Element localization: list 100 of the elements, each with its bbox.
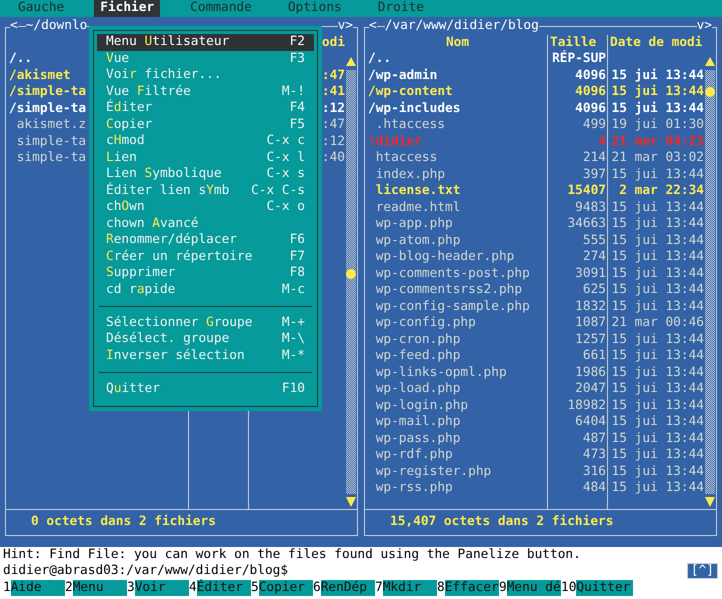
history-menu-button[interactable]: v>	[696, 18, 712, 34]
menu-item[interactable]: Inverser sélection M-*	[97, 348, 314, 364]
menu-item[interactable]: chOwn C-x o	[97, 199, 314, 216]
file-name[interactable]: wp-config-sample.php	[376, 298, 530, 314]
file-name[interactable]: /..	[9, 51, 32, 66]
file-size: 1832	[575, 298, 606, 314]
menu-item[interactable]: C réer un répertoire F7	[97, 248, 314, 265]
file-name[interactable]: simple-ta	[16, 134, 86, 148]
menu-bar-item[interactable]: Droite	[372, 0, 430, 17]
menu-item[interactable]: Sélectionner G roupe M-+	[97, 314, 314, 331]
file-size: 18982	[567, 398, 606, 412]
menu-item-shortcut: C-x l	[266, 150, 305, 166]
file-name[interactable]: wp-atom.php	[376, 232, 460, 248]
column-header[interactable]: Nom	[446, 34, 470, 50]
file-name[interactable]: wp-mail.php	[376, 414, 460, 429]
menu-item[interactable]: Supprimer F8	[97, 265, 314, 282]
function-key-button[interactable]: Effacer	[444, 580, 499, 596]
file-name[interactable]: wp-app.php	[376, 216, 453, 231]
menu-item[interactable]: cHmod C-x c	[97, 133, 314, 150]
history-back-button[interactable]: <	[10, 18, 18, 34]
file-date: 15 jui 13:44	[612, 166, 704, 182]
function-key-button[interactable]: Copier	[258, 580, 313, 596]
file-size: 4	[598, 134, 606, 148]
column-header[interactable]: Taille	[550, 34, 596, 50]
file-size: 661	[582, 348, 606, 363]
function-key-number: 10	[561, 580, 576, 596]
menu-item[interactable]: Vue F3	[97, 50, 314, 67]
file-name[interactable]: /akismet	[9, 68, 71, 82]
menu-bar-item[interactable]: Commande	[184, 0, 258, 17]
shell-prompt[interactable]: didier@abrasd03:/var/www/didier/blog$	[3, 563, 288, 580]
function-key-number: 1	[3, 580, 11, 596]
function-key-number: 7	[375, 580, 383, 596]
file-name[interactable]: akismet.z	[16, 117, 86, 132]
file-date: 15 jui 13:44	[612, 398, 704, 412]
menu-item[interactable]: Désélect. groupe M-\	[97, 331, 314, 348]
menu-item[interactable]: chown Avancé	[97, 216, 314, 232]
menu-item[interactable]: Copier F5	[97, 116, 314, 133]
file-size: 1087	[575, 315, 606, 330]
file-name[interactable]: /simple-ta	[9, 100, 86, 116]
menu-item[interactable]: Menu Utilisateur F2	[97, 34, 314, 50]
subshell-button[interactable]: [^]	[686, 563, 718, 580]
menu-item-shortcut: M-*	[282, 348, 305, 364]
function-key-button[interactable]: Quitter	[576, 580, 633, 596]
column-header[interactable]: odi	[322, 34, 345, 50]
function-key-button[interactable]: RenDép	[320, 580, 375, 596]
file-name[interactable]: wp-login.php	[376, 398, 468, 412]
file-date: :12	[322, 100, 345, 116]
function-key-button[interactable]: Aide	[10, 580, 65, 596]
function-key-number: 9	[499, 580, 507, 596]
file-name[interactable]: /..	[368, 51, 392, 66]
column-header[interactable]: Date de modi	[610, 34, 702, 50]
menu-item[interactable]: Lien Symbolique C-x s	[97, 166, 314, 182]
menu-item-shortcut: F10	[282, 380, 305, 397]
file-date: 15 jui 13:44	[612, 464, 704, 478]
file-name[interactable]: /wp-includes	[368, 100, 460, 116]
function-key-number: 4	[189, 580, 197, 596]
function-key-button[interactable]: Mkdir	[382, 580, 437, 596]
file-name[interactable]: wp-comments-post.php	[376, 266, 530, 280]
function-key-button[interactable]: Menu	[72, 580, 127, 596]
history-menu-button[interactable]: v>	[338, 18, 353, 34]
menu-item[interactable]: Éditer lien sYmb C-x C-s	[97, 182, 314, 199]
file-name[interactable]: wp-links-opml.php	[376, 364, 507, 380]
file-name[interactable]: wp-blog-header.php	[376, 249, 514, 264]
file-name[interactable]: htaccess	[376, 150, 438, 165]
menu-bar-item[interactable]: Gauche	[12, 0, 70, 17]
function-key-button[interactable]: Éditer	[196, 580, 251, 596]
function-key-button[interactable]: Voir	[134, 580, 189, 596]
file-name[interactable]: wp-config.php	[376, 315, 476, 330]
file-name[interactable]: wp-commentsrss2.php	[376, 282, 522, 297]
file-name[interactable]: wp-feed.php	[376, 348, 460, 363]
file-date: 15 jui 13:44	[612, 414, 704, 429]
file-size: 316	[582, 464, 606, 478]
menu-item[interactable]: cd rapide M-c	[97, 282, 314, 298]
file-name[interactable]: wp-load.php	[376, 381, 460, 396]
file-name[interactable]: wp-pass.php	[376, 430, 460, 446]
file-name[interactable]: wp-cron.php	[376, 332, 460, 346]
file-name[interactable]: .htaccess	[376, 117, 446, 132]
file-name[interactable]: wp-register.php	[376, 464, 492, 478]
file-name[interactable]: wp-rdf.php	[376, 447, 453, 462]
menu-item[interactable]: Éditer F4	[97, 100, 314, 116]
menu-item[interactable]: Renommer/déplacer F6	[97, 232, 314, 248]
file-name[interactable]: /wp-content	[368, 84, 453, 99]
menu-bar-item[interactable]: Options	[282, 0, 348, 17]
file-name[interactable]: index.php	[376, 166, 446, 182]
file-size: RÉP-SUP	[552, 51, 606, 66]
file-name[interactable]: readme.html	[376, 200, 460, 214]
function-key-number: 6	[313, 580, 321, 596]
panel-path: ~/downlo	[26, 18, 88, 34]
history-back-button[interactable]: <	[369, 18, 377, 34]
menu-bar-item[interactable]: Fichier	[94, 0, 160, 17]
file-name[interactable]: /wp-admin	[368, 68, 438, 82]
file-name[interactable]: simple-ta	[16, 150, 86, 165]
menu-item[interactable]: Quitter F10	[97, 380, 314, 397]
menu-item[interactable]: Lien C-x l	[97, 150, 314, 166]
file-name[interactable]: wp-rss.php	[376, 480, 453, 495]
file-name[interactable]: /simple-ta	[9, 84, 86, 99]
menu-item[interactable]: Vue Filtrée M-!	[97, 84, 314, 100]
menu-item[interactable]: Voir fichier...	[97, 67, 314, 84]
function-key-button[interactable]: Menu dé	[506, 580, 561, 596]
file-name[interactable]: license.txt	[376, 183, 460, 198]
